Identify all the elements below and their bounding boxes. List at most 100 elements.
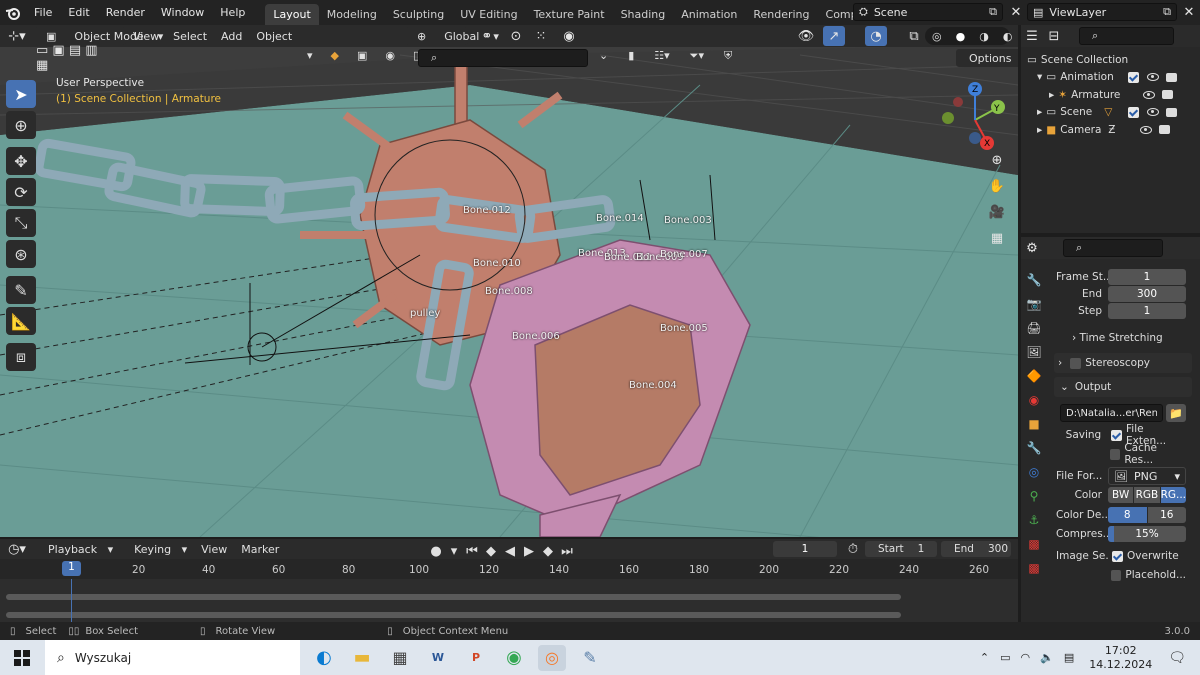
mesh-icon[interactable]: ▣	[350, 49, 374, 62]
timeline-scrollbar-vertical[interactable]	[6, 612, 901, 618]
clock[interactable]: 17:02 14.12.2024	[1089, 644, 1152, 672]
compression-slider[interactable]: 15%	[1108, 526, 1186, 542]
color-bw-button[interactable]: BW	[1108, 487, 1134, 503]
display-mode-icon[interactable]: ⊟	[1043, 26, 1065, 46]
play-reverse-icon[interactable]: ◀	[502, 541, 518, 561]
search-input[interactable]: ⌕	[418, 49, 588, 67]
taskbar-search[interactable]: ⌕ Wyszukaj	[45, 640, 300, 675]
color-icon[interactable]: ◆	[324, 49, 346, 62]
transform-orientation[interactable]: ⊕ Global ▾	[405, 27, 499, 45]
output-section[interactable]: ⌄ Output	[1054, 377, 1192, 397]
cursor-tool[interactable]: ⊕	[6, 111, 36, 139]
editor-type-icon[interactable]: ⚙	[1021, 238, 1043, 258]
outliner-item-scene[interactable]: ▸ ▭ Scene ▽	[1027, 104, 1194, 122]
render-tab-icon[interactable]: 📷	[1025, 295, 1043, 313]
editor-type-icon[interactable]: ⊹▾	[0, 26, 34, 46]
next-keyframe-icon[interactable]: ◆	[540, 541, 556, 561]
shield-icon[interactable]: ⛨	[717, 49, 739, 63]
playhead[interactable]: 1	[62, 561, 81, 576]
end-frame-field[interactable]: End 300	[941, 541, 1011, 557]
measure-tool[interactable]: 📐	[6, 307, 36, 335]
tab-texture-paint[interactable]: Texture Paint	[526, 4, 613, 25]
transform-tool[interactable]: ⊛	[6, 240, 36, 268]
chevron-down-icon[interactable]: ▾	[447, 541, 461, 561]
current-frame-field[interactable]: 1	[773, 541, 837, 557]
menu-add[interactable]: Add	[214, 30, 249, 43]
properties-search-input[interactable]: ⌕	[1063, 239, 1163, 257]
rotate-tool[interactable]: ⟳	[6, 178, 36, 206]
snap-target-icon[interactable]: ⁙	[530, 26, 552, 46]
3d-viewport[interactable]: ⊹▾ ▣ Object Mode ▾ View Select Add Objec…	[0, 25, 1018, 537]
chevron-right-icon[interactable]: ▸	[1049, 89, 1054, 101]
file-explorer-icon[interactable]: ▬	[348, 645, 376, 671]
menu-playback[interactable]: Playback ▾	[34, 543, 120, 556]
chevron-down-icon[interactable]: ▾	[1037, 71, 1042, 83]
folder-icon[interactable]: 📁	[1166, 404, 1186, 422]
menu-file[interactable]: File	[26, 6, 60, 19]
stopwatch-icon[interactable]: ⏱	[842, 539, 864, 559]
filter-icon[interactable]: ⏷▾	[683, 49, 711, 63]
modifier-tab-icon[interactable]: 🔧	[1025, 439, 1043, 457]
frame-end-value[interactable]: 300	[1108, 286, 1186, 302]
tab-animation[interactable]: Animation	[673, 4, 745, 25]
frame-start-value[interactable]: 1	[1108, 269, 1186, 285]
word-icon[interactable]: W	[424, 645, 452, 671]
xray-icon[interactable]: ⧉	[903, 26, 925, 46]
constraint-tab-icon[interactable]: ⚓	[1025, 511, 1043, 529]
copy-icon[interactable]: ⧉	[989, 5, 997, 19]
tab-rendering[interactable]: Rendering	[745, 4, 817, 25]
texture-tab-icon[interactable]: ▩	[1025, 559, 1043, 577]
output-path-input[interactable]: D:\Natalia...er\Render\	[1060, 404, 1163, 422]
color-rgba-button[interactable]: RG...	[1160, 487, 1187, 503]
cache-result-checkbox[interactable]	[1109, 448, 1121, 460]
output-tab-icon[interactable]: 🖨	[1025, 319, 1043, 337]
chevron-down-icon[interactable]: ⌄	[592, 49, 615, 63]
object-tab-icon[interactable]: ■	[1025, 415, 1043, 433]
tab-modeling[interactable]: Modeling	[319, 4, 385, 25]
proportional-edit-icon[interactable]: ◉	[558, 26, 580, 46]
tab-uv-editing[interactable]: UV Editing	[452, 4, 525, 25]
tool-tab-icon[interactable]: 🔧	[1025, 271, 1043, 289]
menu-window[interactable]: Window	[153, 6, 212, 19]
outliner-search-input[interactable]: ⌕	[1079, 27, 1174, 45]
color-rgb-button[interactable]: RGB	[1134, 487, 1160, 503]
record-icon[interactable]: ●	[428, 541, 444, 561]
zoom-icon[interactable]: ⊕	[986, 150, 1008, 170]
menu-object[interactable]: Object	[249, 30, 299, 43]
scale-tool[interactable]: ⤡	[6, 209, 36, 237]
scene-selector[interactable]: ⛭ Scene ⧉	[853, 3, 1003, 21]
solid-shading-icon[interactable]: ●	[949, 30, 973, 43]
world-tab-icon[interactable]: ◉	[1025, 391, 1043, 409]
chrome-icon[interactable]: ◉	[500, 645, 528, 671]
move-tool[interactable]: ✥	[6, 147, 36, 175]
stereoscopy-checkbox[interactable]	[1070, 357, 1082, 369]
outliner-item-animation[interactable]: ▾ ▭ Animation	[1027, 69, 1194, 87]
notification-icon[interactable]: 🗨	[1168, 650, 1186, 666]
tab-sculpting[interactable]: Sculpting	[385, 4, 452, 25]
annotate-tool[interactable]: ✎	[6, 276, 36, 304]
language-icon[interactable]: ▤	[1064, 651, 1074, 664]
volume-icon[interactable]: 🔈	[1040, 651, 1054, 664]
data-tab-icon[interactable]: ▩	[1025, 535, 1043, 553]
outliner-item-scene-collection[interactable]: ▭ Scene Collection	[1027, 51, 1194, 69]
close-icon[interactable]: ✕	[1178, 2, 1200, 22]
options-button[interactable]: Options ▾	[956, 49, 1018, 67]
physics-tab-icon[interactable]: ◎	[1025, 463, 1043, 481]
chevron-right-icon[interactable]: ▸	[1037, 124, 1042, 136]
snap-icon[interactable]: ⊙	[505, 26, 527, 46]
camera-icon[interactable]	[1159, 125, 1171, 135]
editor-type-icon[interactable]: ◷▾	[0, 539, 34, 559]
eye-icon[interactable]	[1140, 125, 1153, 134]
time-stretching-subpanel[interactable]: › Time Stretching	[1072, 332, 1163, 344]
chevron-right-icon[interactable]: ▸	[1037, 106, 1042, 118]
jump-end-icon[interactable]: ⏭	[559, 541, 575, 561]
stereoscopy-section[interactable]: › Stereoscopy	[1054, 353, 1192, 373]
play-icon[interactable]: ▶	[521, 541, 537, 561]
navigation-gizmo[interactable]: Y X Z	[935, 80, 1010, 155]
bone-tab-icon[interactable]: ⚲	[1025, 487, 1043, 505]
copy-icon[interactable]: ⧉	[1163, 5, 1171, 19]
editor-type-icon[interactable]: ☰	[1021, 26, 1043, 46]
overlays-icon[interactable]: ◔	[865, 26, 887, 46]
light-icon[interactable]: ◉	[378, 49, 402, 62]
menu-keying[interactable]: Keying ▾	[120, 543, 194, 556]
